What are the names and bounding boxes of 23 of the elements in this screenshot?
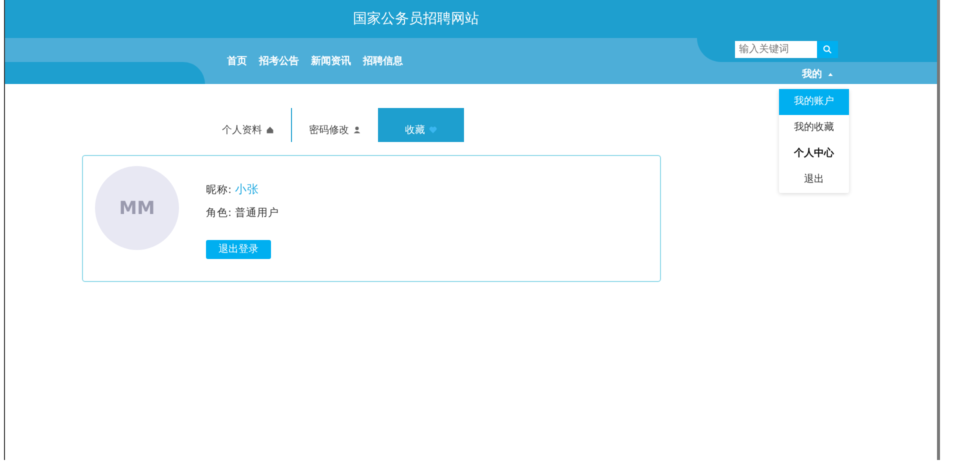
nav-link[interactable]: 新闻资讯 bbox=[311, 54, 351, 69]
user-menu-toggle[interactable]: 我的 bbox=[802, 67, 833, 82]
tab[interactable]: 密码修改 bbox=[292, 108, 378, 142]
menu-item[interactable]: 我的账户 bbox=[779, 89, 849, 115]
role-text: 角色: 普通用户 bbox=[206, 206, 279, 221]
nav-link[interactable]: 招考公告 bbox=[259, 54, 299, 69]
search-button[interactable] bbox=[817, 41, 838, 58]
search-icon bbox=[823, 45, 832, 54]
nickname-text: 昵称: 小张 bbox=[206, 181, 260, 198]
search-field[interactable]: 输入关键词 bbox=[735, 41, 817, 58]
user-icon bbox=[353, 126, 361, 134]
menu-item[interactable]: 我的收藏 bbox=[779, 115, 849, 141]
logout-button[interactable]: 退出登录 bbox=[206, 240, 271, 259]
tab[interactable]: 个人资料 bbox=[205, 108, 291, 142]
menu-item[interactable]: 退出 bbox=[779, 167, 849, 193]
menu-item[interactable]: 个人中心 bbox=[779, 141, 849, 167]
tab[interactable]: 收藏 bbox=[378, 108, 464, 142]
site-title: 国家公务员招聘网站 bbox=[353, 10, 479, 28]
avatar: MM bbox=[95, 166, 179, 250]
heart-icon bbox=[429, 126, 437, 134]
nav-link[interactable]: 首页 bbox=[227, 54, 247, 69]
home-icon bbox=[266, 126, 274, 134]
nav-link[interactable]: 招聘信息 bbox=[363, 54, 403, 69]
